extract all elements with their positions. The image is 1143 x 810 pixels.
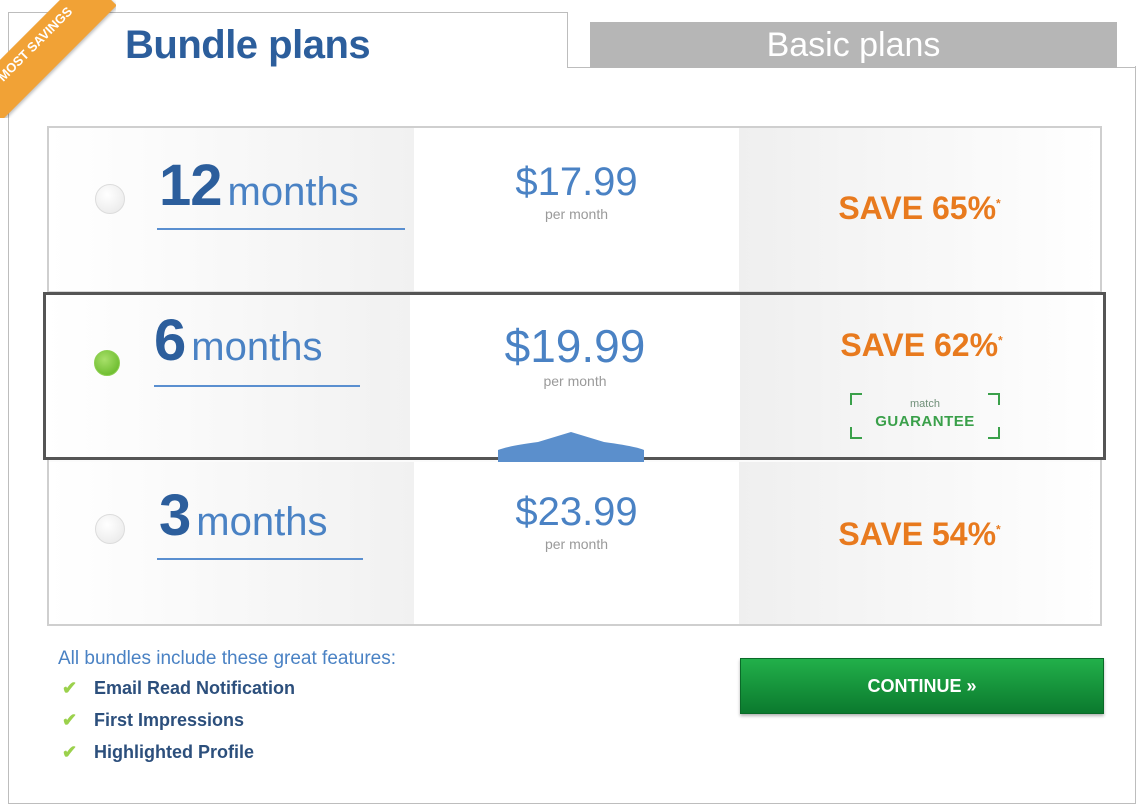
- plan-6-number: 6: [154, 308, 186, 373]
- plan-6-duration: 6 months: [154, 307, 322, 374]
- tab-basic-plans-label: Basic plans: [766, 26, 941, 64]
- plan-12-asterisk: *: [996, 196, 1001, 211]
- plan-6-left: 6 months: [46, 295, 410, 457]
- feature-label: Highlighted Profile: [94, 742, 254, 762]
- plan-3-duration: 3 months: [159, 482, 327, 549]
- plan-3-price: $23.99: [515, 490, 638, 534]
- checkmark-icon: ✔: [62, 742, 78, 762]
- plan-12-underline: [157, 228, 405, 230]
- plan-12-number: 12: [159, 153, 223, 218]
- plan-3-price-col: $23.99 per month: [414, 462, 739, 624]
- radio-6-months[interactable]: [94, 350, 120, 376]
- plan-3-unit: months: [196, 500, 328, 544]
- plan-3-per-month: per month: [544, 536, 609, 552]
- plan-12-unit: months: [227, 170, 359, 214]
- feature-label: First Impressions: [94, 710, 245, 730]
- plan-3-months[interactable]: 3 months $23.99 per month SAVE 54%*: [49, 462, 1100, 624]
- plan-12-save-col: SAVE 65%*: [739, 128, 1100, 291]
- plan-6-underline: [154, 385, 360, 387]
- guarantee-text: GUARANTEE: [875, 413, 975, 430]
- plan-6-asterisk: *: [998, 333, 1003, 348]
- plan-3-save-col: SAVE 54%*: [739, 462, 1100, 624]
- plan-12-price: $17.99: [515, 160, 638, 204]
- plan-6-price: $19.99: [504, 320, 646, 372]
- plan-12-duration: 12 months: [159, 152, 359, 219]
- tab-bundle-plans-label: Bundle plans: [125, 23, 371, 67]
- plan-3-number: 3: [159, 483, 191, 548]
- plan-6-per-month: per month: [543, 373, 607, 389]
- plan-12-per-month: per month: [544, 206, 609, 222]
- plan-12-save-text: SAVE 65%: [838, 190, 997, 226]
- plan-6-save-text: SAVE 62%: [840, 327, 999, 363]
- radio-12-months[interactable]: [95, 184, 125, 214]
- selection-pointer-icon: [498, 432, 644, 462]
- plan-3-save-text: SAVE 54%: [838, 516, 997, 552]
- radio-3-months[interactable]: [95, 514, 125, 544]
- plan-3-left: 3 months: [49, 462, 414, 624]
- plan-12-months[interactable]: 12 months $17.99 per month SAVE 65%*: [49, 128, 1100, 292]
- plan-12-save: SAVE 65%*: [739, 190, 1100, 227]
- plan-12-left: 12 months: [49, 128, 414, 291]
- checkmark-icon: ✔: [62, 678, 78, 698]
- features-title: All bundles include these great features…: [58, 648, 396, 669]
- plan-3-asterisk: *: [996, 522, 1001, 537]
- guarantee-logo-text: match: [910, 398, 940, 410]
- feature-item: ✔ Email Read Notification: [62, 678, 295, 699]
- tab-basic-plans[interactable]: Basic plans: [590, 22, 1117, 68]
- checkmark-icon: ✔: [62, 710, 78, 730]
- most-savings-ribbon: MOST SAVINGS: [0, 0, 116, 118]
- continue-button[interactable]: CONTINUE »: [740, 658, 1104, 714]
- plan-6-unit: months: [191, 325, 323, 369]
- match-guarantee-badge: match GUARANTEE: [850, 393, 1000, 439]
- feature-label: Email Read Notification: [94, 678, 296, 698]
- feature-item: ✔ First Impressions: [62, 710, 244, 731]
- plan-12-price-col: $17.99 per month: [414, 128, 739, 291]
- plan-6-save: SAVE 62%*: [740, 327, 1103, 364]
- ribbon-text: MOST SAVINGS: [0, 0, 116, 118]
- plan-3-save: SAVE 54%*: [739, 516, 1100, 553]
- feature-item: ✔ Highlighted Profile: [62, 742, 254, 763]
- plan-3-underline: [157, 558, 363, 560]
